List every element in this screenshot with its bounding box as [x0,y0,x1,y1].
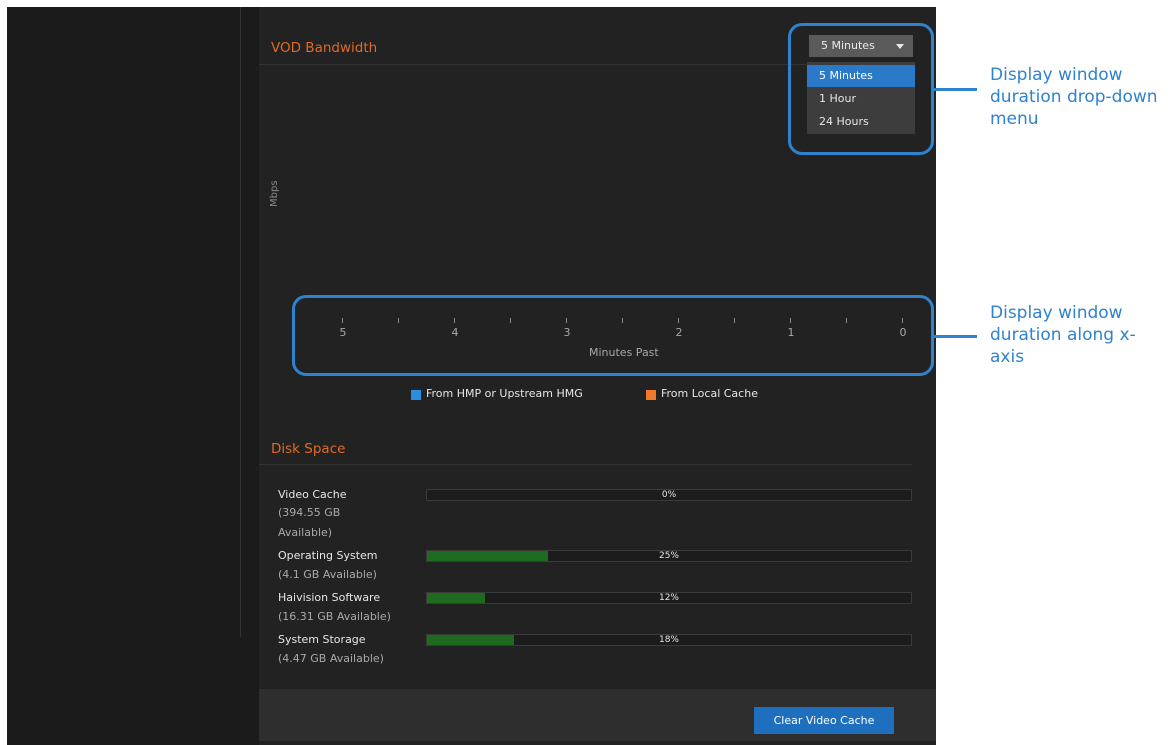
dropdown-callout-box [788,23,934,155]
disk-item-name: Haivision Software [278,591,381,604]
disk-item-available: (4.1 GB Available) [278,568,377,581]
usage-percent: 0% [661,490,677,500]
usage-bar: 18% [426,634,912,646]
legend-label-local-cache: From Local Cache [661,387,758,400]
disk-item-name: Video Cache [278,488,347,501]
axis-callout-text: Display window duration along x-axis [990,303,1136,367]
dropdown-callout-line [932,88,977,91]
legend-swatch-local-cache [646,390,656,400]
disk-space-title: Disk Space [271,441,346,457]
y-axis-label: Mbps [269,180,280,207]
axis-callout-box [292,295,934,376]
clear-video-cache-button[interactable]: Clear Video Cache [754,707,894,734]
panel-footer: Clear Video Cache [259,689,936,741]
axis-callout-line [932,335,977,338]
sidebar-divider [240,7,241,637]
section-divider [259,464,912,465]
dropdown-callout-text: Display window duration drop-down menu [990,65,1158,129]
usage-percent: 12% [658,593,679,603]
legend-swatch-upstream [411,390,421,400]
vod-bandwidth-title: VOD Bandwidth [271,40,378,56]
usage-percent: 25% [658,551,679,561]
disk-item-available: (394.55 GB Available) [278,506,341,539]
disk-item-name: Operating System [278,549,378,562]
usage-bar: 25% [426,550,912,562]
disk-item-available: (4.47 GB Available) [278,652,384,665]
usage-percent: 18% [658,635,679,645]
usage-bar: 0% [426,489,912,501]
usage-bar: 12% [426,592,912,604]
disk-item-available: (16.31 GB Available) [278,610,391,623]
disk-item-name: System Storage [278,633,366,646]
legend-label-upstream: From HMP or Upstream HMG [426,387,583,400]
